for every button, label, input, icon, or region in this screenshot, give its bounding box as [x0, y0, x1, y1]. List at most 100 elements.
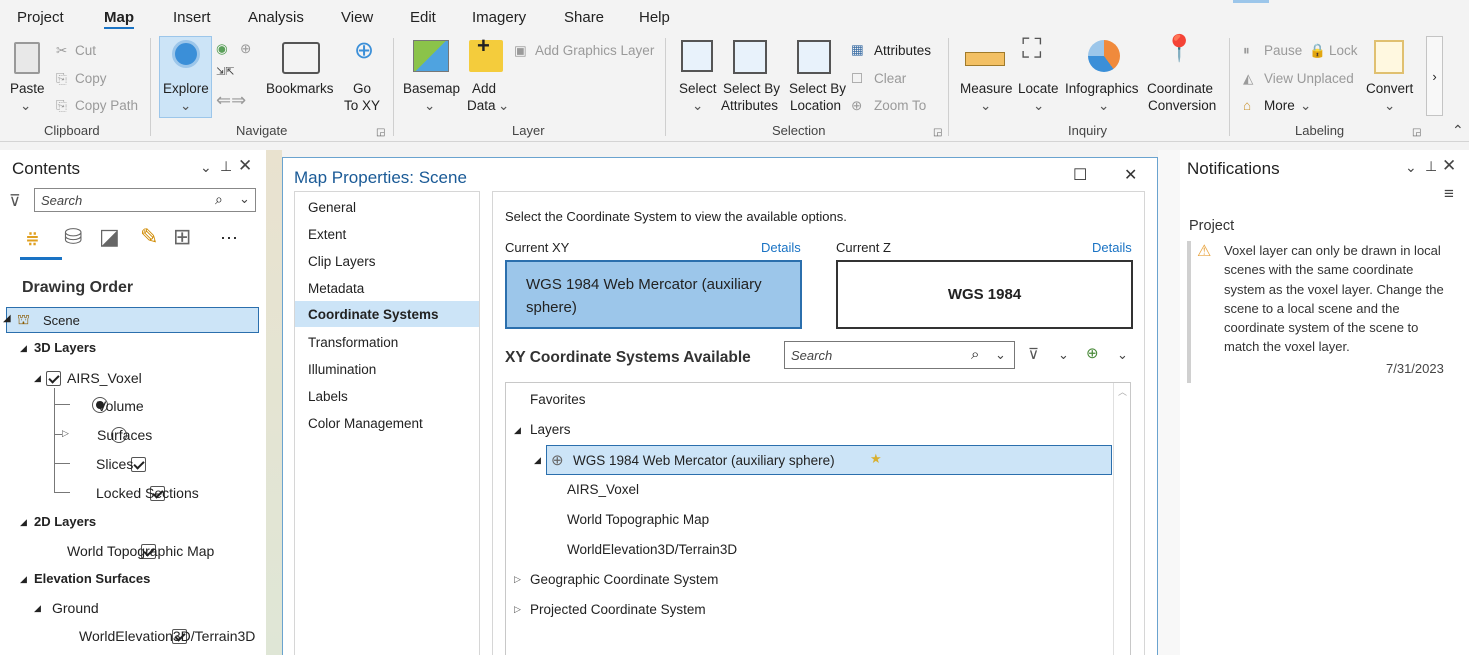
- labeling-launcher-icon[interactable]: ◲: [1412, 124, 1421, 141]
- maximize-icon[interactable]: ☐: [1073, 165, 1087, 185]
- tab-insert[interactable]: Insert: [173, 9, 211, 26]
- attributes-button[interactable]: Attributes: [874, 42, 931, 59]
- measure-button[interactable]: Measure: [960, 80, 1013, 97]
- nav-transformation[interactable]: Transformation: [308, 335, 398, 350]
- nav-extent[interactable]: Extent: [308, 227, 346, 242]
- add-data-dropdown-icon[interactable]: ⌄: [498, 97, 509, 114]
- tree-item-world-elevation[interactable]: WorldElevation3D/Terrain3D: [567, 542, 737, 557]
- expand-icon[interactable]: ◢: [34, 603, 41, 614]
- snapping-icon[interactable]: ⊞: [173, 224, 191, 250]
- editing-icon[interactable]: ✎: [140, 224, 158, 250]
- select-by-attributes-button[interactable]: Select By: [723, 80, 780, 97]
- more-options-icon[interactable]: ⋯: [220, 228, 238, 249]
- pane-options-icon[interactable]: ⌄: [200, 159, 212, 176]
- close-icon[interactable]: ✕: [1442, 156, 1456, 176]
- selection-launcher-icon[interactable]: ◲: [933, 124, 942, 141]
- locate-button[interactable]: Locate: [1018, 80, 1059, 97]
- lock-button[interactable]: Lock: [1329, 42, 1358, 59]
- expand-icon[interactable]: ◢: [20, 517, 27, 528]
- map-view[interactable]: [266, 150, 282, 655]
- pane-options-icon[interactable]: ⌄: [1405, 159, 1417, 176]
- copy-path-button[interactable]: Copy Path: [75, 97, 138, 114]
- contents-search-input[interactable]: Search ⌕ ⌄: [34, 188, 256, 212]
- airs-voxel-checkbox[interactable]: [46, 371, 61, 387]
- coordinate-search-input[interactable]: Search ⌕ ⌄: [784, 341, 1015, 369]
- close-icon[interactable]: ✕: [238, 156, 252, 176]
- copy-button[interactable]: Copy: [75, 70, 107, 87]
- tree-favorites[interactable]: Favorites: [530, 392, 586, 407]
- navigate-launcher-icon[interactable]: ◲: [376, 124, 385, 141]
- clear-button[interactable]: Clear: [874, 70, 906, 87]
- basemap-dropdown-icon[interactable]: ⌄: [424, 97, 435, 114]
- tab-edit[interactable]: Edit: [410, 9, 436, 26]
- pause-button[interactable]: Pause: [1264, 42, 1302, 59]
- collapsed-icon[interactable]: ▷: [514, 574, 521, 585]
- tree-projected[interactable]: Projected Coordinate System: [530, 602, 706, 617]
- zoom-to-button[interactable]: Zoom To: [874, 97, 926, 114]
- map-view[interactable]: [1158, 150, 1180, 655]
- basemap-button[interactable]: Basemap: [403, 80, 460, 97]
- search-dropdown-icon[interactable]: ⌄: [239, 191, 250, 207]
- filter-icon[interactable]: ⊽: [9, 191, 21, 211]
- nav-general[interactable]: General: [308, 200, 356, 215]
- select-by-location-button[interactable]: Select By: [789, 80, 846, 97]
- tree-item-selected[interactable]: ⊕ WGS 1984 Web Mercator (auxiliary spher…: [546, 445, 1112, 475]
- infographics-button[interactable]: Infographics: [1065, 80, 1139, 97]
- data-source-icon[interactable]: ⛁: [64, 224, 82, 250]
- previous-extent-icon[interactable]: ⇐⇒: [216, 91, 246, 109]
- current-z-box[interactable]: WGS 1984: [836, 260, 1133, 329]
- collapsed-icon[interactable]: ▷: [514, 604, 521, 615]
- tree-layers[interactable]: Layers: [530, 422, 571, 437]
- fixed-zoom-icon[interactable]: ⇲⇱: [216, 64, 234, 81]
- filter-icon[interactable]: ⊽: [1028, 345, 1039, 363]
- more-dropdown-icon[interactable]: ⌄: [1300, 97, 1311, 114]
- search-dropdown-icon[interactable]: ⌄: [995, 347, 1006, 363]
- menu-icon[interactable]: ≡: [1444, 184, 1454, 204]
- nav-coordinate-systems[interactable]: Coordinate Systems: [295, 301, 479, 327]
- add-dropdown-icon[interactable]: ⌄: [1117, 347, 1128, 363]
- filter-dropdown-icon[interactable]: ⌄: [1058, 347, 1069, 363]
- tab-share[interactable]: Share: [564, 9, 604, 26]
- tree-item-airs-voxel[interactable]: AIRS_Voxel: [567, 482, 639, 497]
- add-button[interactable]: Add: [472, 80, 496, 97]
- search-icon[interactable]: ⌕: [215, 191, 223, 208]
- bookmarks-button[interactable]: Bookmarks: [266, 80, 334, 97]
- convert-dropdown-icon[interactable]: ⌄: [1384, 97, 1395, 114]
- drawing-order-icon[interactable]: ⩷: [26, 224, 39, 250]
- tab-help[interactable]: Help: [639, 9, 670, 26]
- coordinate-conversion-button[interactable]: Coordinate: [1147, 80, 1213, 97]
- infographics-dropdown-icon[interactable]: ⌄: [1098, 97, 1109, 114]
- locate-dropdown-icon[interactable]: ⌄: [1033, 97, 1044, 114]
- tab-analysis[interactable]: Analysis: [248, 9, 304, 26]
- tab-imagery[interactable]: Imagery: [472, 9, 526, 26]
- more-button[interactable]: More: [1264, 97, 1295, 114]
- globe-nav-icon[interactable]: ◉: [216, 40, 228, 57]
- expand-icon[interactable]: ◢: [3, 313, 11, 324]
- close-dialog-icon[interactable]: ✕: [1124, 165, 1137, 185]
- current-xy-box[interactable]: WGS 1984 Web Mercator (auxiliary sphere): [505, 260, 802, 329]
- expand-icon[interactable]: ◢: [34, 373, 41, 384]
- pin-icon[interactable]: ⊥: [220, 158, 232, 175]
- cut-button[interactable]: Cut: [75, 42, 96, 59]
- nav-color-management[interactable]: Color Management: [308, 416, 423, 431]
- tree-item-scene[interactable]: ◢ ⛫ Scene: [3, 307, 259, 333]
- expand-icon[interactable]: ◢: [20, 343, 27, 354]
- tab-map[interactable]: Map: [104, 9, 134, 29]
- explore-dropdown-icon[interactable]: ⌄: [180, 97, 191, 114]
- expand-icon[interactable]: ◢: [514, 425, 521, 436]
- full-extent-icon[interactable]: ⊕: [240, 40, 251, 57]
- nav-clip-layers[interactable]: Clip Layers: [308, 254, 376, 269]
- collapse-ribbon-icon[interactable]: ⌃: [1452, 122, 1464, 139]
- nav-metadata[interactable]: Metadata: [308, 281, 364, 296]
- collapsed-icon[interactable]: ▷: [62, 428, 69, 439]
- search-icon[interactable]: ⌕: [971, 346, 979, 363]
- measure-dropdown-icon[interactable]: ⌄: [980, 97, 991, 114]
- nav-labels[interactable]: Labels: [308, 389, 348, 404]
- paste-dropdown-icon[interactable]: ⌄: [20, 97, 31, 114]
- selection-icon[interactable]: ◪: [99, 224, 120, 250]
- view-unplaced-button[interactable]: View Unplaced: [1264, 70, 1354, 87]
- select-button[interactable]: Select: [679, 80, 717, 97]
- nav-illumination[interactable]: Illumination: [308, 362, 376, 377]
- ribbon-scroll-right-button[interactable]: ›: [1426, 36, 1443, 116]
- go-button[interactable]: Go: [353, 80, 371, 97]
